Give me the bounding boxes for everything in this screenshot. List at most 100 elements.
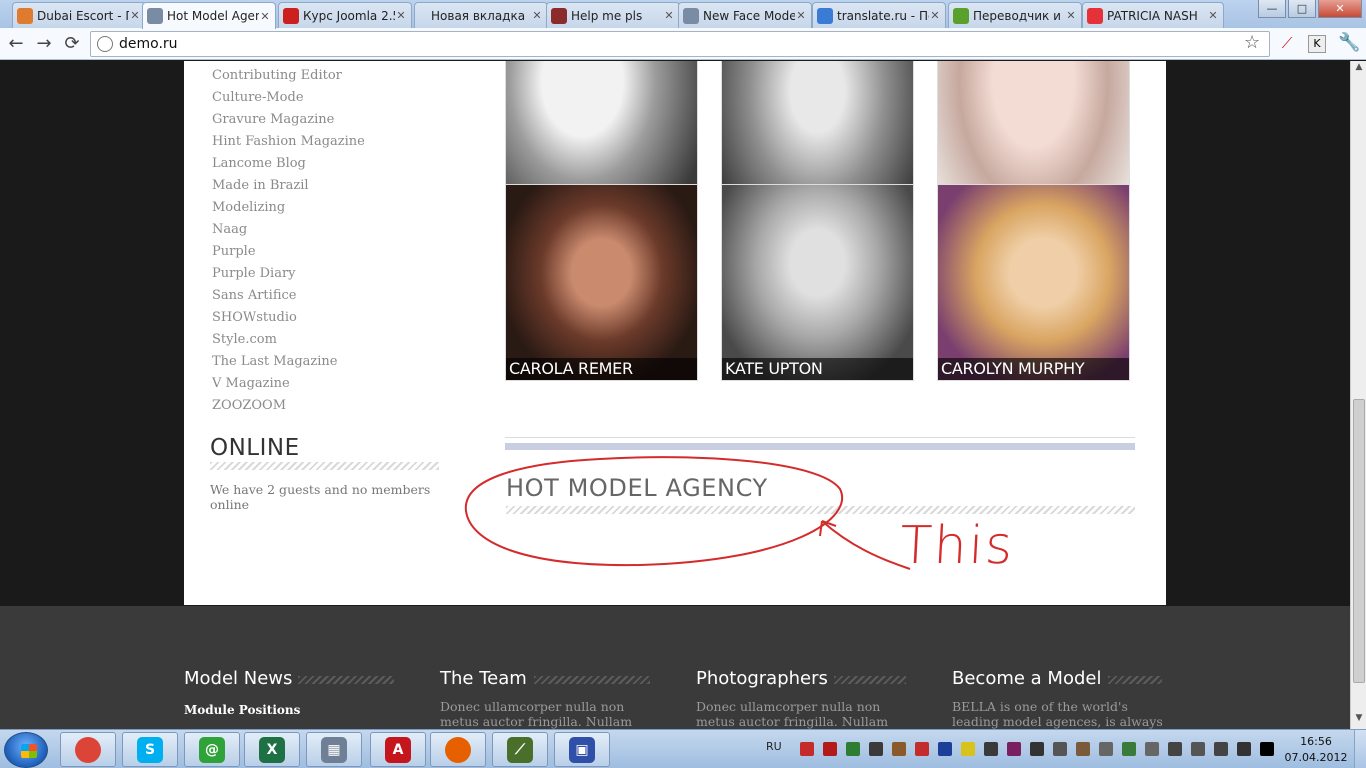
bookmark-star-icon[interactable]: ☆ — [1244, 32, 1260, 53]
reload-button[interactable]: ⟳ — [60, 32, 84, 56]
page-scrollbar[interactable]: ▲ ▼ — [1350, 61, 1366, 729]
tab-title: Dubai Escort - П — [37, 8, 129, 23]
footer-title-divider — [1108, 676, 1162, 684]
pdf-icon: A — [385, 736, 411, 763]
tray-icon[interactable] — [1260, 742, 1274, 756]
taskbar-app-button[interactable] — [430, 732, 486, 767]
tray-icon[interactable] — [961, 742, 975, 756]
show-desktop-button[interactable] — [1354, 730, 1366, 768]
tray-icon[interactable] — [984, 742, 998, 756]
tray-icon[interactable] — [938, 742, 952, 756]
site-footer: Model News Module Positions The Team Donec … — [0, 606, 1350, 729]
close-window-button[interactable]: ✕ — [1318, 0, 1362, 18]
footer-text: BELLA is one of the world's leading mode… — [952, 699, 1163, 729]
clock[interactable]: 16:56 07.04.2012 — [1280, 734, 1352, 766]
tray-icon[interactable] — [892, 742, 906, 756]
taskbar-app-button[interactable]: ⟋ — [492, 732, 548, 767]
minimize-button[interactable]: — — [1258, 0, 1286, 18]
window-controls: — □ ✕ — [1258, 0, 1362, 18]
scroll-down-arrow[interactable]: ▼ — [1351, 713, 1366, 727]
footer-column-title: The Team — [440, 668, 527, 689]
browser-tab[interactable]: Dubai Escort - П ✕ — [12, 2, 146, 28]
back-button[interactable]: ← — [4, 32, 28, 56]
tab-favicon-icon — [147, 8, 163, 24]
language-indicator[interactable]: RU — [766, 740, 782, 753]
tray-icon[interactable] — [800, 742, 814, 756]
tab-title: PATRICIA NASH — [1107, 8, 1198, 23]
annotation-arrow — [819, 520, 911, 570]
taskbar-app-button[interactable]: @ — [184, 732, 240, 767]
footer-title-divider — [534, 676, 650, 684]
taskbar-app-button[interactable]: S — [122, 732, 178, 767]
save-disk-icon: ▣ — [569, 736, 595, 763]
kaspersky-extension-icon[interactable]: ⟋ — [1278, 35, 1296, 53]
tab-close-icon[interactable]: ✕ — [395, 9, 407, 22]
chart-app-icon: ⟋ — [507, 736, 533, 763]
taskbar-app-button[interactable]: X — [244, 732, 300, 767]
tab-title: Переводчик и с — [973, 8, 1065, 23]
chrome-icon — [75, 736, 101, 763]
skype-icon: S — [137, 736, 163, 763]
k-extension-icon[interactable]: K — [1308, 35, 1326, 53]
taskbar-app-button[interactable]: ▣ — [554, 732, 610, 767]
tab-close-icon[interactable]: ✕ — [259, 10, 271, 23]
tray-icon[interactable] — [869, 742, 883, 756]
browser-tab[interactable]: Переводчик и с ✕ — [948, 2, 1082, 28]
calculator-icon: ▦ — [321, 736, 347, 763]
taskbar-app-button[interactable]: ▦ — [306, 732, 362, 767]
clock-date: 07.04.2012 — [1284, 751, 1348, 764]
footer-text: Donec ullamcorper nulla non metus auctor… — [440, 699, 633, 729]
tab-close-icon[interactable]: ✕ — [795, 9, 807, 22]
browser-tab[interactable]: Курс Joomla 2.5 ✕ — [278, 2, 412, 28]
tray-icon[interactable] — [1237, 742, 1251, 756]
windows-logo-icon — [21, 744, 37, 758]
tray-icon[interactable] — [846, 742, 860, 756]
browser-tab[interactable]: Help me pls ✕ — [546, 2, 680, 28]
taskbar-app-button[interactable] — [60, 732, 116, 767]
footer-column-title: Become a Model — [952, 668, 1102, 689]
tray-icon[interactable] — [1191, 742, 1205, 756]
browser-tab[interactable]: Новая вкладка ✕ — [414, 2, 548, 28]
taskbar-app-button[interactable]: A — [370, 732, 426, 767]
scroll-up-arrow[interactable]: ▲ — [1351, 62, 1366, 76]
firefox-icon — [445, 736, 471, 763]
browser-tab[interactable]: translate.ru - Пе ✕ — [812, 2, 946, 28]
mail-agent-icon: @ — [199, 736, 225, 763]
tab-close-icon[interactable]: ✕ — [663, 9, 675, 22]
tray-icon[interactable] — [1099, 742, 1113, 756]
address-bar[interactable]: demo.ru — [90, 31, 1270, 57]
tray-icon[interactable] — [1122, 742, 1136, 756]
tray-icon[interactable] — [1214, 742, 1228, 756]
footer-column: The Team Donec ullamcorper nulla non metu… — [440, 668, 660, 729]
tray-icon[interactable] — [1030, 742, 1044, 756]
tab-close-icon[interactable]: ✕ — [1065, 9, 1077, 22]
browser-tab[interactable]: PATRICIA NASH ✕ — [1082, 2, 1224, 28]
tab-favicon-icon — [683, 7, 699, 24]
tab-close-icon[interactable]: ✕ — [1207, 9, 1219, 22]
tray-icon[interactable] — [1168, 742, 1182, 756]
forward-button[interactable]: → — [32, 32, 56, 56]
footer-link[interactable]: Module Positions — [184, 703, 404, 718]
tray-icon[interactable] — [915, 742, 929, 756]
start-button[interactable] — [4, 732, 48, 768]
tab-title: New Face Mode — [703, 8, 795, 23]
tab-close-icon[interactable]: ✕ — [531, 9, 543, 22]
browser-tab[interactable]: Hot Model Agen ✕ — [142, 2, 276, 29]
footer-column: Become a Model BELLA is one of the world'… — [952, 668, 1172, 729]
footer-column: Model News Module Positions — [184, 668, 404, 718]
tray-icon[interactable] — [1007, 742, 1021, 756]
tab-close-icon[interactable]: ✕ — [929, 9, 941, 22]
footer-text: Donec ullamcorper nulla non metus auctor… — [696, 699, 889, 729]
tray-icon[interactable] — [823, 742, 837, 756]
footer-title-divider — [298, 676, 394, 684]
tray-icon[interactable] — [1053, 742, 1067, 756]
scroll-thumb[interactable] — [1353, 399, 1365, 683]
wrench-menu-icon[interactable]: 🔧 — [1338, 32, 1360, 53]
browser-tab[interactable]: New Face Mode ✕ — [678, 2, 812, 28]
tab-close-icon[interactable]: ✕ — [129, 9, 141, 22]
maximize-button[interactable]: □ — [1288, 0, 1316, 18]
tray-icon[interactable] — [1076, 742, 1090, 756]
tray-icon[interactable] — [1145, 742, 1159, 756]
windows-taskbar: S @ X ▦ A ⟋ ▣ RU 16:56 07.04.2012 — [0, 729, 1366, 768]
clock-time: 16:56 — [1300, 735, 1332, 748]
